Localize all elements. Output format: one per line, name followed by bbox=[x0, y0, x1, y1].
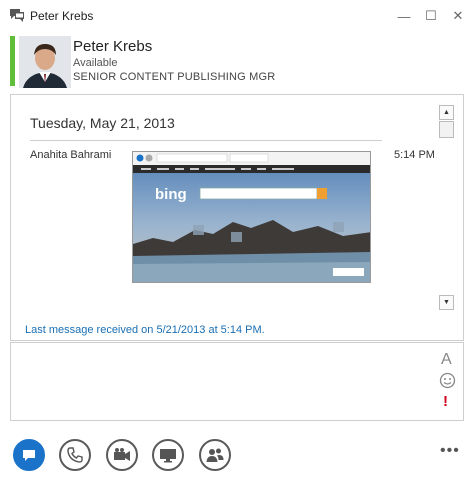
date-divider bbox=[30, 140, 382, 141]
font-format-icon[interactable]: A bbox=[441, 351, 452, 369]
avatar[interactable] bbox=[19, 36, 71, 88]
close-button[interactable]: ✕ bbox=[447, 6, 469, 26]
scroll-up-button[interactable]: ▲ bbox=[439, 105, 454, 120]
smiley-icon[interactable] bbox=[439, 372, 456, 389]
avatar-photo bbox=[19, 36, 71, 88]
contact-name: Peter Krebs bbox=[73, 38, 153, 55]
maximize-icon: ☐ bbox=[425, 8, 437, 23]
im-app-icon bbox=[10, 9, 24, 22]
close-icon: ✕ bbox=[452, 8, 464, 23]
presence-status: Available bbox=[73, 57, 118, 69]
phone-icon bbox=[67, 447, 83, 463]
maximize-button[interactable]: ☐ bbox=[420, 6, 442, 26]
present-button[interactable] bbox=[152, 439, 184, 471]
people-icon bbox=[206, 448, 224, 462]
contact-card[interactable]: Peter Krebs Available SENIOR CONTENT PUB… bbox=[10, 36, 464, 88]
bing-screenshot-image[interactable]: bing bbox=[132, 151, 371, 283]
minimize-button[interactable]: — bbox=[393, 6, 415, 26]
importance-icon[interactable]: ! bbox=[443, 393, 448, 410]
more-icon: ••• bbox=[440, 442, 460, 459]
more-options-button[interactable]: ••• bbox=[440, 443, 464, 460]
im-button[interactable] bbox=[13, 439, 45, 471]
svg-text:bing: bing bbox=[155, 186, 187, 203]
scroll-down-button[interactable]: ▼ bbox=[439, 295, 454, 310]
presence-indicator bbox=[10, 36, 15, 86]
minimize-icon: — bbox=[397, 8, 411, 24]
video-button[interactable] bbox=[106, 439, 138, 471]
message-time: 5:14 PM bbox=[394, 149, 435, 161]
scrollbar-thumb[interactable] bbox=[439, 121, 454, 138]
video-camera-icon bbox=[114, 448, 130, 461]
arrow-down-icon: ▼ bbox=[443, 299, 450, 306]
call-button[interactable] bbox=[59, 439, 91, 471]
message-sender: Anahita Bahrami bbox=[30, 149, 112, 161]
title-bar: Peter Krebs — ☐ ✕ bbox=[0, 0, 474, 32]
screenshot-scene: bing bbox=[133, 152, 370, 282]
window-title: Peter Krebs bbox=[30, 9, 94, 23]
participants-button[interactable] bbox=[199, 439, 231, 471]
contact-job-title: SENIOR CONTENT PUBLISHING MGR bbox=[73, 71, 276, 83]
conversation-date: Tuesday, May 21, 2013 bbox=[30, 115, 175, 131]
conversation-history[interactable]: Tuesday, May 21, 2013 Anahita Bahrami 5:… bbox=[10, 94, 464, 341]
arrow-up-icon: ▲ bbox=[443, 109, 450, 116]
message-input[interactable]: A ! bbox=[10, 342, 464, 421]
chat-bubble-icon bbox=[23, 450, 35, 461]
last-message-notice: Last message received on 5/21/2013 at 5:… bbox=[25, 324, 265, 336]
monitor-icon bbox=[160, 449, 176, 463]
